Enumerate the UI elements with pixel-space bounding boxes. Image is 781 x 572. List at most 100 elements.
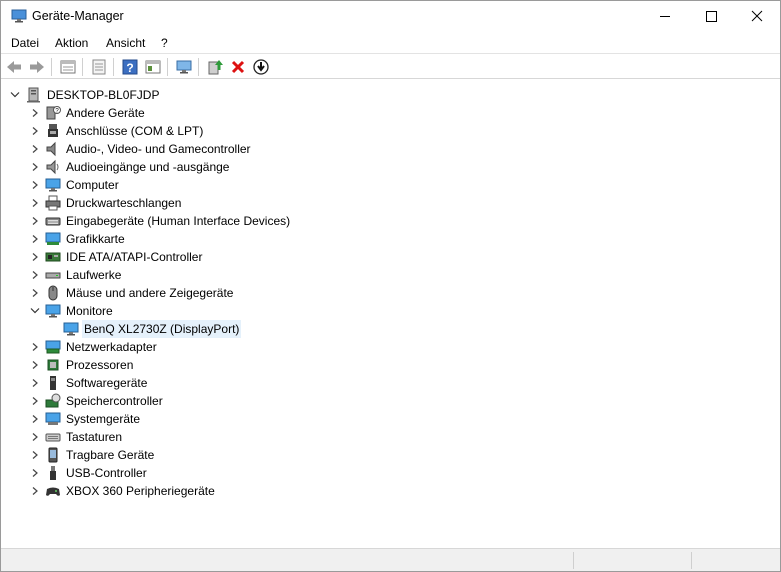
properties-icon[interactable] (90, 58, 108, 76)
category-label: Grafikkarte (66, 232, 125, 246)
scan-hardware-icon[interactable] (175, 58, 193, 76)
audio-video-icon (45, 141, 61, 157)
expand-chevron-icon[interactable] (30, 284, 40, 302)
category-label: Speichercontroller (66, 394, 163, 408)
back-icon[interactable] (5, 58, 23, 76)
tree-category-row[interactable]: Speichercontroller (4, 392, 404, 410)
help-icon[interactable]: ? (121, 58, 139, 76)
unknown-device-icon: ? (45, 105, 61, 121)
tree-category-row[interactable]: Eingabegeräte (Human Interface Devices) (4, 212, 404, 230)
expand-chevron-icon[interactable] (30, 104, 40, 122)
expand-chevron-icon[interactable] (30, 212, 40, 230)
tree-category-row[interactable]: Tastaturen (4, 428, 404, 446)
menu-help[interactable]: ? (161, 36, 168, 50)
menu-ansicht[interactable]: Ansicht (106, 36, 145, 50)
storage-controller-icon (45, 393, 61, 409)
svg-text:?: ? (126, 61, 133, 75)
collapse-chevron-icon[interactable] (30, 302, 40, 320)
toolbar-separator (167, 58, 168, 76)
category-label: Audio-, Video- und Gamecontroller (66, 142, 251, 156)
minimize-button[interactable] (642, 1, 688, 31)
category-label: Tastaturen (66, 430, 123, 444)
monitor-icon (63, 321, 79, 337)
tree-category-row[interactable]: Tragbare Geräte (4, 446, 404, 464)
tree-category-row[interactable]: Audioeingänge und -ausgänge (4, 158, 404, 176)
network-adapter-icon (45, 339, 61, 355)
tree-category-row[interactable]: Systemgeräte (4, 410, 404, 428)
show-hidden-icon[interactable] (144, 58, 162, 76)
expand-chevron-icon[interactable] (30, 266, 40, 284)
category-label: Anschlüsse (COM & LPT) (66, 124, 204, 138)
forward-icon[interactable] (28, 58, 46, 76)
monitor-icon (45, 303, 61, 319)
tree-root-row[interactable]: DESKTOP-BL0FJDP (4, 86, 304, 104)
update-driver-icon[interactable] (206, 58, 224, 76)
category-label: Mäuse und andere Zeigegeräte (66, 286, 234, 300)
tree-category-row[interactable]: IDE ATA/ATAPI-Controller (4, 248, 404, 266)
close-button[interactable] (734, 1, 780, 31)
toolbar-separator (51, 58, 52, 76)
monitor-device-label[interactable]: BenQ XL2730Z (DisplayPort) (82, 320, 242, 338)
toolbar-separator (113, 58, 114, 76)
portable-device-icon (45, 447, 61, 463)
tree-category-row[interactable]: XBOX 360 Peripheriegeräte (4, 482, 404, 500)
tree-category-row[interactable]: Grafikkarte (4, 230, 404, 248)
category-label: Eingabegeräte (Human Interface Devices) (66, 214, 291, 228)
device-tree[interactable]: DESKTOP-BL0FJDP ? Andere Geräte Anschlüsse… (4, 83, 780, 546)
expand-chevron-icon[interactable] (30, 482, 40, 500)
usb-icon (45, 465, 61, 481)
category-label: Netzwerkadapter (66, 340, 157, 354)
expand-chevron-icon[interactable] (30, 464, 40, 482)
tree-category-row[interactable]: USB-Controller (4, 464, 404, 482)
expand-chevron-icon[interactable] (30, 446, 40, 464)
tree-category-row[interactable]: Laufwerke (4, 266, 404, 284)
speaker-icon (45, 159, 61, 175)
tree-category-row[interactable]: ? Andere Geräte (4, 104, 404, 122)
expand-chevron-icon[interactable] (30, 176, 40, 194)
tree-category-row[interactable]: Druckwarteschlangen (4, 194, 404, 212)
category-label: Prozessoren (66, 358, 134, 372)
system-device-icon (45, 411, 61, 427)
category-label: Druckwarteschlangen (66, 196, 182, 210)
status-bar (1, 548, 780, 571)
category-label: Laufwerke (66, 268, 122, 282)
disable-icon[interactable] (252, 58, 270, 76)
device-manager-app-icon (11, 9, 27, 23)
menu-datei[interactable]: Datei (11, 36, 39, 50)
expand-chevron-icon[interactable] (30, 158, 40, 176)
expand-chevron-icon[interactable] (30, 428, 40, 446)
tree-category-row[interactable]: Monitore (4, 302, 404, 320)
tree-category-row[interactable]: Prozessoren (4, 356, 404, 374)
expand-chevron-icon[interactable] (30, 410, 40, 428)
tree-category-row[interactable]: Netzwerkadapter (4, 338, 404, 356)
tree-category-row[interactable]: Softwaregeräte (4, 374, 404, 392)
computer-icon (26, 87, 42, 103)
expand-chevron-icon[interactable] (30, 392, 40, 410)
tree-category-row[interactable]: Anschlüsse (COM & LPT) (4, 122, 404, 140)
category-label: Tragbare Geräte (66, 448, 155, 462)
status-divider (691, 552, 692, 569)
expand-chevron-icon[interactable] (30, 140, 40, 158)
maximize-button[interactable] (688, 1, 734, 31)
port-icon (45, 123, 61, 139)
monitor-device-row[interactable]: BenQ XL2730Z (DisplayPort) (4, 320, 404, 338)
collapse-chevron-icon[interactable] (10, 86, 20, 104)
expand-chevron-icon[interactable] (30, 374, 40, 392)
device-manager-window: Geräte-Manager Datei Aktion Ansicht ? ? … (0, 0, 781, 572)
tree-category-row[interactable]: Audio-, Video- und Gamecontroller (4, 140, 404, 158)
category-label: Monitore (66, 304, 113, 318)
expand-chevron-icon[interactable] (30, 122, 40, 140)
status-divider (573, 552, 574, 569)
tree-category-row[interactable]: Mäuse und andere Zeigegeräte (4, 284, 404, 302)
menu-aktion[interactable]: Aktion (55, 36, 88, 50)
expand-chevron-icon[interactable] (30, 356, 40, 374)
expand-chevron-icon[interactable] (30, 338, 40, 356)
category-label: Audioeingänge und -ausgänge (66, 160, 230, 174)
expand-chevron-icon[interactable] (30, 194, 40, 212)
uninstall-icon[interactable] (229, 58, 247, 76)
expand-chevron-icon[interactable] (30, 248, 40, 266)
expand-chevron-icon[interactable] (30, 230, 40, 248)
monitor-icon (45, 177, 61, 193)
properties-view-icon[interactable] (59, 58, 77, 76)
tree-category-row[interactable]: Computer (4, 176, 404, 194)
